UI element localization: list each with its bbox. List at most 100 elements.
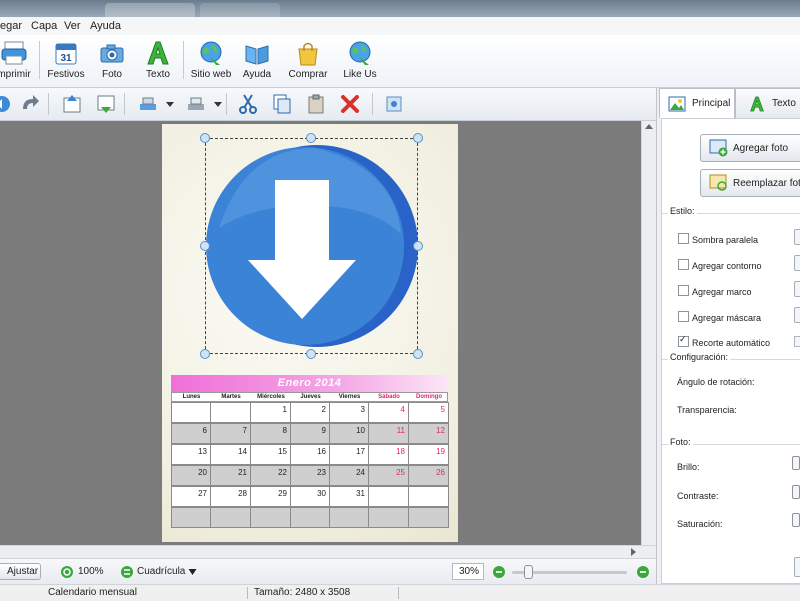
calendar-day-cell — [171, 507, 211, 528]
resize-handle[interactable] — [306, 133, 316, 143]
scroll-up-icon[interactable] — [645, 123, 653, 131]
text-button[interactable]: Texto — [134, 37, 182, 83]
print-button[interactable]: mprimir — [0, 37, 38, 83]
zoom-slider[interactable] — [512, 565, 627, 579]
calendar-day-cell: 4 — [368, 402, 409, 423]
resize-handle[interactable] — [200, 241, 210, 251]
grid-icon[interactable] — [120, 565, 134, 579]
style-option-settings-button[interactable] — [794, 255, 800, 271]
scroll-right-icon[interactable] — [630, 548, 638, 556]
calendar-day-cell: 14 — [210, 444, 251, 465]
tab-texto[interactable]: Texto — [735, 88, 800, 118]
saturation-label: Saturación: — [677, 519, 723, 529]
weekday-label: Viernes — [338, 394, 361, 400]
window-tab[interactable] — [200, 3, 280, 17]
chevron-down-icon[interactable] — [214, 100, 222, 108]
horizontal-scrollbar[interactable] — [0, 545, 656, 559]
checkbox-box[interactable] — [678, 233, 689, 244]
checkbox-box[interactable] — [678, 334, 689, 347]
style-option-checkbox[interactable]: Agregar contorno — [678, 259, 762, 271]
delete-icon[interactable] — [338, 92, 362, 116]
zoom-in-icon[interactable] — [636, 565, 650, 579]
reset-photo-button[interactable] — [794, 557, 800, 577]
calendar-page[interactable]: Enero 2014 Lunes Martes Miércoles Jueves… — [162, 124, 458, 542]
calendar-day-cell — [408, 486, 449, 507]
brightness-slider-thumb[interactable] — [792, 456, 800, 470]
help-button[interactable]: Ayuda — [233, 37, 281, 83]
style-option-checkbox[interactable]: Sombra paralela — [678, 233, 758, 245]
zoom-slider-thumb[interactable] — [524, 565, 533, 579]
align-icon[interactable] — [136, 92, 160, 116]
auto-crop-toggle[interactable] — [794, 336, 800, 347]
checkbox-box[interactable] — [678, 259, 689, 270]
style-option-settings-button[interactable] — [794, 281, 800, 297]
style-option-label: Agregar máscara — [692, 313, 762, 323]
toolbar-separator — [48, 93, 49, 115]
distribute-icon[interactable] — [184, 92, 208, 116]
month-calendar[interactable]: Enero 2014 Lunes Martes Miércoles Jueves… — [171, 375, 449, 532]
style-option-checkbox[interactable]: Agregar marco — [678, 285, 752, 297]
redo-icon[interactable] — [18, 92, 42, 116]
grid-label[interactable]: Cuadrícula — [137, 566, 185, 577]
style-option-settings-button[interactable] — [794, 229, 800, 245]
calendar-week-row: 27 28 29 30 31 — [171, 486, 449, 507]
saturation-slider-thumb[interactable] — [792, 513, 800, 527]
chevron-down-icon[interactable] — [166, 100, 174, 108]
paste-icon[interactable] — [304, 92, 328, 116]
resize-handle[interactable] — [413, 349, 423, 359]
printer-icon — [1, 41, 27, 65]
menu-item-ayuda[interactable]: Ayuda — [90, 20, 121, 32]
contrast-slider-thumb[interactable] — [792, 485, 800, 499]
calendar-week-row: 13 14 15 16 17 18 19 — [171, 444, 449, 465]
properties-panel: Principal Texto Agregar foto Reemplazar … — [656, 88, 800, 584]
cut-icon[interactable] — [236, 92, 260, 116]
replace-photo-button[interactable]: Reemplazar foto — [700, 169, 800, 197]
copy-icon[interactable] — [270, 92, 294, 116]
website-button[interactable]: Sitio web — [187, 37, 235, 83]
bring-forward-icon[interactable] — [60, 92, 84, 116]
calendar-month-header: Enero 2014 — [171, 375, 448, 392]
zoom-100-label[interactable]: 100% — [78, 566, 104, 577]
send-backward-icon[interactable] — [94, 92, 118, 116]
add-photo-button[interactable]: Agregar foto — [700, 134, 800, 162]
like-us-button[interactable]: Like Us — [336, 37, 384, 83]
buy-button[interactable]: Comprar — [284, 37, 332, 83]
window-tab[interactable] — [105, 3, 195, 17]
zoom-out-icon[interactable] — [492, 565, 506, 579]
info-separator — [247, 587, 248, 599]
style-option-checkbox[interactable]: Agregar máscara — [678, 311, 761, 323]
calendar-day-cell: 22 — [250, 465, 291, 486]
design-canvas[interactable]: Enero 2014 Lunes Martes Miércoles Jueves… — [0, 121, 641, 545]
chevron-down-icon[interactable] — [188, 568, 197, 576]
calendar-day-cell: 10 — [329, 423, 369, 444]
holidays-button[interactable]: 31 Festivos — [42, 37, 90, 83]
checkbox-box[interactable] — [678, 311, 689, 322]
letter-a-icon — [750, 96, 764, 112]
calendar-week-row: 20 21 22 23 24 25 26 — [171, 465, 449, 486]
style-option-checkbox[interactable]: Recorte automático — [678, 334, 770, 348]
properties-icon[interactable] — [382, 92, 406, 116]
resize-handle[interactable] — [306, 349, 316, 359]
tab-principal[interactable]: Principal — [659, 88, 735, 118]
resize-handle[interactable] — [200, 133, 210, 143]
resize-handle[interactable] — [200, 349, 210, 359]
zoom-value-field[interactable]: 30% — [452, 563, 484, 580]
vertical-scrollbar[interactable] — [641, 121, 657, 545]
menu-bar: egar Capa Ver Ayuda — [0, 17, 800, 36]
photo-button[interactable]: Foto — [88, 37, 136, 83]
menu-item-agregar[interactable]: egar — [0, 20, 22, 32]
fit-button[interactable]: Ajustar — [0, 563, 41, 580]
weekday-label: Sábado — [378, 394, 400, 400]
menu-item-capa[interactable]: Capa — [31, 20, 57, 32]
calendar-day-cell: 18 — [368, 444, 409, 465]
menu-item-ver[interactable]: Ver — [64, 20, 81, 32]
resize-handle[interactable] — [413, 241, 423, 251]
resize-handle[interactable] — [413, 133, 423, 143]
checkbox-box[interactable] — [678, 285, 689, 296]
style-option-settings-button[interactable] — [794, 307, 800, 323]
zoom-actual-icon[interactable] — [60, 565, 74, 579]
ribbon-separator — [39, 41, 40, 79]
edit-toolbar — [0, 88, 656, 121]
calendar-day-cell: 15 — [250, 444, 291, 465]
undo-icon[interactable] — [0, 92, 14, 116]
